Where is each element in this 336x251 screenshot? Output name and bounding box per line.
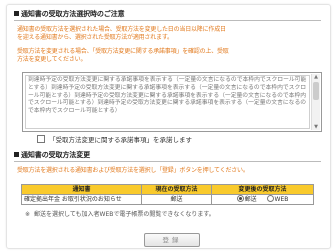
section-divider	[14, 161, 321, 162]
confirm-line-2: 方法を変更してください。	[17, 56, 87, 63]
notice-table: 通知書 現在の受取方法 変更後の受取方法 確定拠出年金 お取引状況のお知らせ 郵…	[21, 184, 314, 205]
table-header-row: 通知書 現在の受取方法 変更後の受取方法	[21, 184, 314, 195]
agree-row[interactable]: 「受取方法変更に関する承諾事項」を承諾します	[37, 134, 192, 144]
terms-scroll-box[interactable]: 到達時予定の受取方法変更に関する承諾事項を表示する（一定量の文言になるので本枠内…	[22, 72, 322, 132]
square-bullet-icon	[14, 151, 19, 157]
row-new-method: 郵送 WEB	[211, 194, 314, 205]
note-mark: ※	[25, 211, 31, 218]
note-row: ※ 郵送を選択しても加入者WEBで電子帳票の閲覧できなくなります。	[25, 209, 215, 218]
radio-option-web[interactable]: WEB	[266, 195, 289, 203]
terms-scrollbar[interactable]: ▲ ▼	[311, 74, 320, 130]
page-panel: 通知書の受取方法選択時のご注意 通知書の受取方法を選択された場合、受取方法を変更…	[6, 4, 331, 249]
square-bullet-icon	[14, 10, 19, 16]
radio-web-label[interactable]: WEB	[275, 196, 289, 203]
instruction-text: 受取方法を選択される通知書および受取方法を選択し「登録」ボタンを押してください。	[17, 167, 249, 174]
row-notice-name: 確定拠出年金 お取引状況のお知らせ	[21, 194, 142, 205]
notice-line-2: を迎える通知書から、選択された受取方法が適用されます。	[17, 34, 173, 41]
terms-text: 到達時予定の受取方法変更に関する承諾事項を表示する（一定量の文言になるので本枠内…	[25, 75, 310, 129]
register-button[interactable]: 登録	[144, 233, 200, 247]
row-current-method: 郵送	[141, 194, 212, 205]
confirm-line-1: 受取方法を変更される場合、「受取方法変更に関する承諾事項」を確認の上、受取	[17, 48, 229, 55]
agree-label[interactable]: 「受取方法変更に関する承諾事項」を承諾します	[49, 136, 192, 144]
header-notice: 通知書	[21, 184, 142, 195]
section-title-notice-text: 通知書の受取方法選択時のご注意	[21, 10, 125, 18]
radio-option-mail[interactable]: 郵送	[236, 195, 257, 203]
header-current: 現在の受取方法	[141, 184, 212, 195]
note-text: 郵送を選択しても加入者WEBで電子帳票の閲覧できなくなります。	[34, 211, 215, 218]
scroll-up-arrow-icon[interactable]: ▲	[313, 74, 319, 80]
radio-web[interactable]	[266, 195, 274, 202]
radio-mail-label[interactable]: 郵送	[245, 196, 257, 203]
scroll-thumb[interactable]	[313, 82, 319, 100]
section-title-change-text: 通知書の受取方法変更	[21, 151, 90, 159]
header-new: 変更後の受取方法	[211, 184, 314, 195]
scroll-down-arrow-icon[interactable]: ▼	[313, 124, 319, 130]
agree-checkbox[interactable]	[37, 135, 45, 143]
section-title-notice: 通知書の受取方法選択時のご注意	[14, 9, 125, 19]
section-divider	[14, 20, 321, 21]
section-title-change: 通知書の受取方法変更	[14, 150, 90, 160]
radio-mail[interactable]	[236, 195, 244, 202]
table-row: 確定拠出年金 お取引状況のお知らせ 郵送 郵送 WEB	[21, 194, 314, 205]
notice-line-1: 通知書の受取方法を選択された場合、受取方法を変更した日の当日以降に作成日	[17, 26, 226, 33]
